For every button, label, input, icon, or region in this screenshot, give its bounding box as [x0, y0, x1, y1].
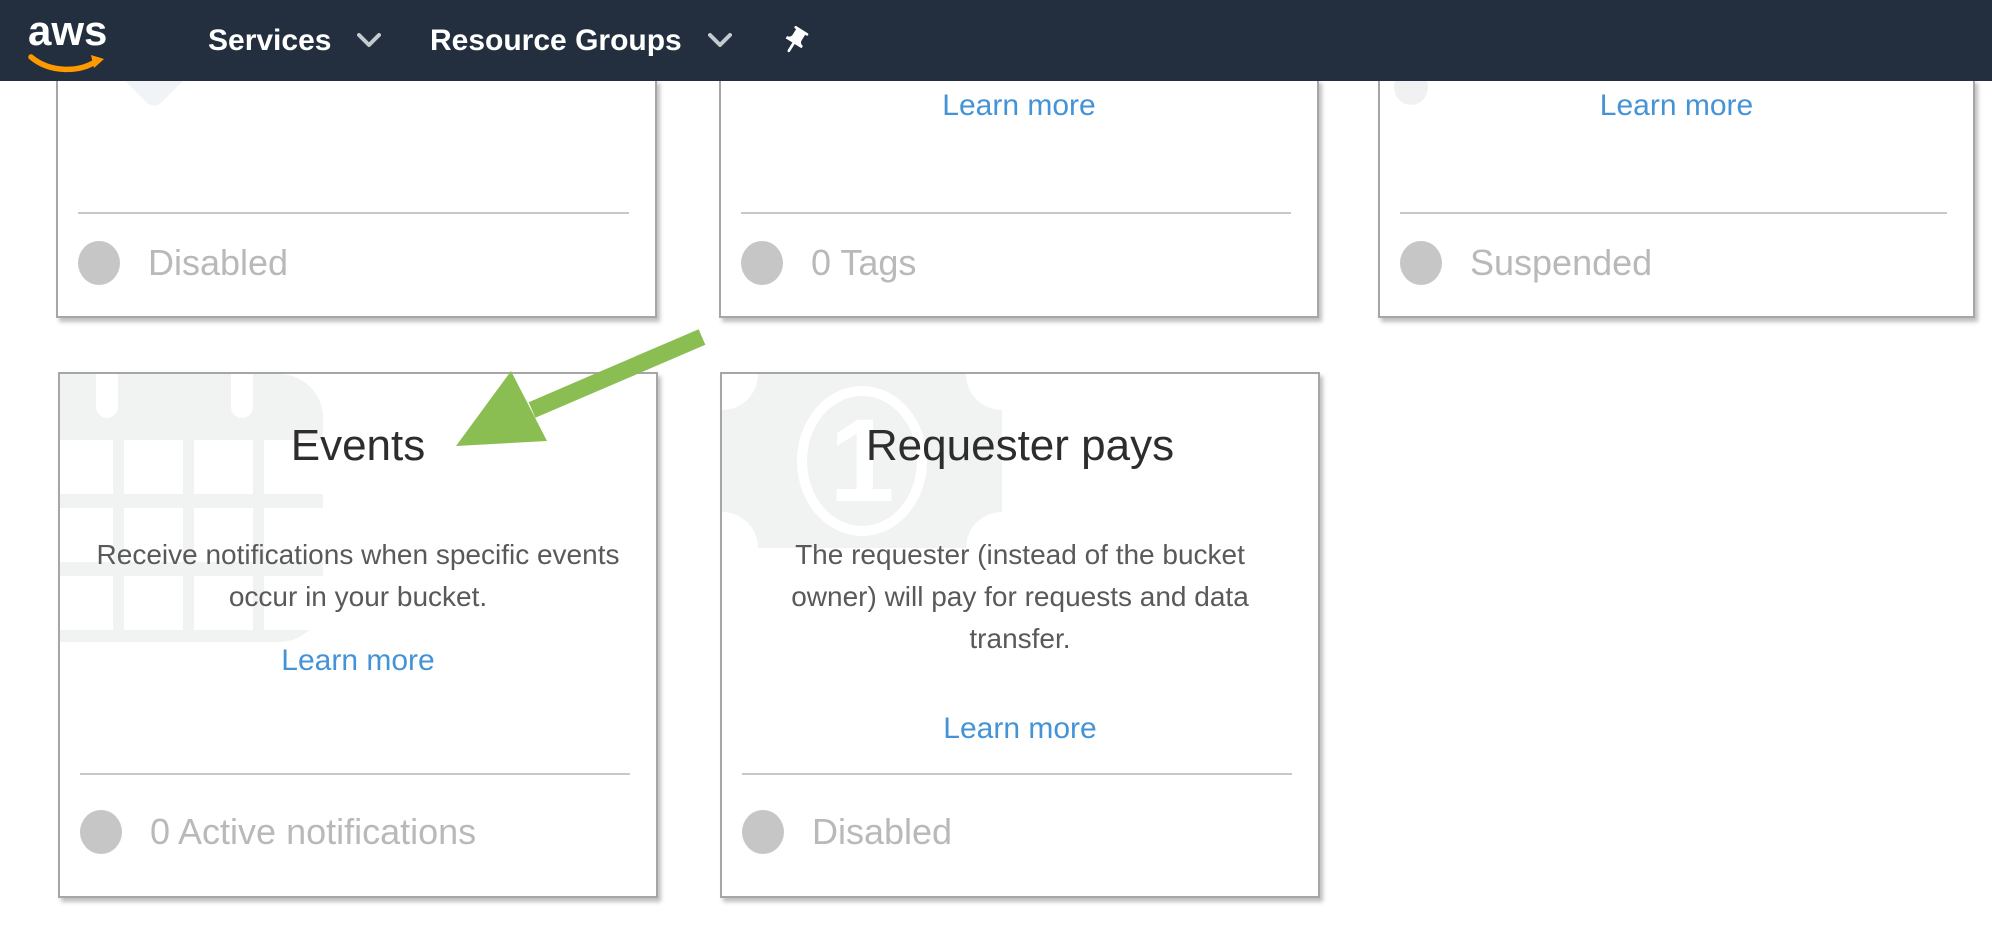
events-card-title: Events [60, 418, 656, 474]
card-divider [742, 773, 1292, 775]
requester-pays-card[interactable]: 1 Requester pays The requester (instead … [720, 372, 1320, 898]
status-circle-icon [742, 810, 784, 854]
status-circle-icon [741, 241, 783, 285]
requester-pays-card-title: Requester pays [722, 418, 1318, 474]
property-card-clipped-1[interactable]: Disabled [56, 79, 657, 318]
status-label: 0 Tags [811, 242, 916, 284]
property-card-clipped-2[interactable]: Learn more 0 Tags [719, 79, 1319, 318]
card-divider [741, 212, 1291, 214]
clipped-icon-remnant [117, 79, 191, 110]
chevron-down-icon [708, 33, 732, 48]
card-status-row: Disabled [742, 806, 1308, 858]
chevron-down-icon [357, 33, 381, 48]
status-label: 0 Active notifications [150, 811, 476, 853]
learn-more-link[interactable]: Learn more [1380, 89, 1973, 123]
aws-logo-text: aws [28, 8, 107, 54]
property-card-clipped-3[interactable]: Learn more Suspended [1378, 79, 1975, 318]
status-label: Suspended [1470, 242, 1652, 284]
learn-more-link[interactable]: Learn more [60, 644, 656, 678]
nav-item-services[interactable]: Services [208, 0, 381, 81]
status-label: Disabled [812, 811, 952, 853]
pushpin-icon[interactable] [772, 18, 817, 64]
card-divider [80, 773, 630, 775]
learn-more-link[interactable]: Learn more [722, 712, 1318, 746]
status-circle-icon [1400, 241, 1442, 285]
requester-pays-card-description: The requester (instead of the bucket own… [722, 534, 1318, 660]
learn-more-link[interactable]: Learn more [721, 89, 1317, 123]
card-status-row: Suspended [1400, 237, 1963, 289]
nav-resource-groups-label: Resource Groups [430, 24, 682, 58]
nav-item-resource-groups[interactable]: Resource Groups [430, 0, 732, 81]
card-divider [1400, 212, 1947, 214]
card-divider [78, 212, 629, 214]
status-circle-icon [80, 810, 122, 854]
nav-services-label: Services [208, 24, 331, 58]
s3-properties-page: aws Services Resource Groups [0, 0, 1992, 952]
card-status-row: Disabled [78, 237, 645, 289]
status-label: Disabled [148, 242, 288, 284]
status-circle-icon [78, 241, 120, 285]
aws-logo[interactable]: aws [26, 8, 116, 74]
card-status-row: 0 Tags [741, 237, 1307, 289]
card-status-row: 0 Active notifications [80, 806, 646, 858]
aws-navbar: aws Services Resource Groups [0, 0, 1992, 81]
events-card-description: Receive notifications when specific even… [60, 534, 656, 618]
events-card[interactable]: Events Receive notifications when specif… [58, 372, 658, 898]
amazon-smile-icon [28, 54, 108, 76]
